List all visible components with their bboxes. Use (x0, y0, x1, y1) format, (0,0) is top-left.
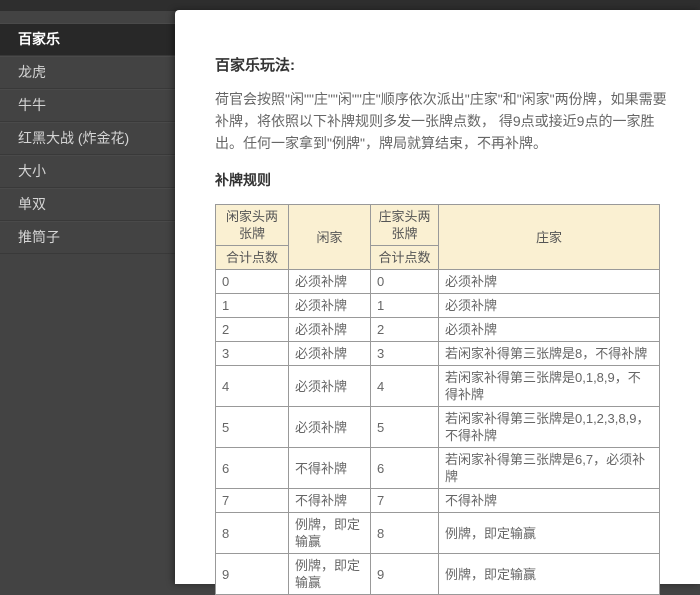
table-row: 2 必须补牌 2 必须补牌 (216, 318, 660, 342)
header-player-total: 合计点数 (216, 246, 289, 270)
table-row: 8 例牌，即定输赢 8 例牌，即定输赢 (216, 513, 660, 554)
cell-banker-action: 必须补牌 (439, 318, 660, 342)
table-row: 3 必须补牌 3 若闲家补得第三张牌是8，不得补牌 (216, 342, 660, 366)
cell-player-total: 3 (216, 342, 289, 366)
cell-player-total: 1 (216, 294, 289, 318)
cell-player-action: 不得补牌 (289, 489, 371, 513)
cell-banker-total: 8 (371, 513, 439, 554)
cell-player-action: 必须补牌 (289, 270, 371, 294)
cell-banker-action: 例牌，即定输赢 (439, 554, 660, 595)
cell-banker-action: 必须补牌 (439, 270, 660, 294)
header-banker-total: 合计点数 (371, 246, 439, 270)
header-player: 闲家 (289, 205, 371, 270)
cell-player-total: 9 (216, 554, 289, 595)
cell-banker-action: 不得补牌 (439, 489, 660, 513)
page-title: 百家乐玩法: (215, 54, 672, 75)
cell-banker-total: 0 (371, 270, 439, 294)
section-title: 补牌规则 (215, 170, 672, 190)
header-banker-first-two-cards: 庄家头两张牌 (371, 205, 439, 246)
cell-banker-action: 若闲家补得第三张牌是0,1,8,9，不得补牌 (439, 366, 660, 407)
sidebar-item-tuitongzi[interactable]: 推筒子 (0, 221, 175, 254)
table-row: 5 必须补牌 5 若闲家补得第三张牌是0,1,2,3,8,9，不得补牌 (216, 407, 660, 448)
cell-player-total: 2 (216, 318, 289, 342)
cell-player-action: 必须补牌 (289, 342, 371, 366)
cell-player-total: 7 (216, 489, 289, 513)
table-row: 7 不得补牌 7 不得补牌 (216, 489, 660, 513)
cell-banker-total: 5 (371, 407, 439, 448)
cell-player-action: 不得补牌 (289, 448, 371, 489)
header-player-first-two-cards: 闲家头两张牌 (216, 205, 289, 246)
cell-player-total: 5 (216, 407, 289, 448)
cell-banker-action: 若闲家补得第三张牌是0,1,2,3,8,9，不得补牌 (439, 407, 660, 448)
cell-player-total: 6 (216, 448, 289, 489)
sidebar-item-hongheidazhan[interactable]: 红黑大战 (炸金花) (0, 122, 175, 155)
cell-banker-action: 例牌，即定输赢 (439, 513, 660, 554)
cell-player-action: 例牌，即定输赢 (289, 554, 371, 595)
cell-banker-action: 若闲家补得第三张牌是8，不得补牌 (439, 342, 660, 366)
cell-banker-total: 6 (371, 448, 439, 489)
sidebar-item-baijiale[interactable]: 百家乐 (0, 23, 175, 56)
cell-player-action: 必须补牌 (289, 407, 371, 448)
cell-player-total: 8 (216, 513, 289, 554)
header-banker: 庄家 (439, 205, 660, 270)
cell-player-total: 4 (216, 366, 289, 407)
table-row: 9 例牌，即定输赢 9 例牌，即定输赢 (216, 554, 660, 595)
sidebar-item-danshuang[interactable]: 单双 (0, 188, 175, 221)
drawing-rules-table: 闲家头两张牌 闲家 庄家头两张牌 庄家 合计点数 合计点数 0 必须补牌 0 必… (215, 204, 660, 595)
table-row: 1 必须补牌 1 必须补牌 (216, 294, 660, 318)
cell-player-action: 必须补牌 (289, 294, 371, 318)
table-row: 0 必须补牌 0 必须补牌 (216, 270, 660, 294)
cell-player-action: 必须补牌 (289, 366, 371, 407)
table-row: 4 必须补牌 4 若闲家补得第三张牌是0,1,8,9，不得补牌 (216, 366, 660, 407)
cell-banker-total: 2 (371, 318, 439, 342)
sidebar-item-niuniu[interactable]: 牛牛 (0, 89, 175, 122)
cell-banker-action: 若闲家补得第三张牌是6,7，必须补牌 (439, 448, 660, 489)
sidebar-item-longhu[interactable]: 龙虎 (0, 56, 175, 89)
cell-banker-total: 7 (371, 489, 439, 513)
table-row: 6 不得补牌 6 若闲家补得第三张牌是6,7，必须补牌 (216, 448, 660, 489)
intro-paragraph: 荷官会按照"闲""庄""闲""庄"顺序依次派出"庄家"和"闲家"两份牌，如果需要… (215, 88, 667, 154)
sidebar: 百家乐 龙虎 牛牛 红黑大战 (炸金花) 大小 单双 推筒子 (0, 11, 175, 254)
cell-banker-total: 4 (371, 366, 439, 407)
cell-banker-total: 9 (371, 554, 439, 595)
cell-banker-action: 必须补牌 (439, 294, 660, 318)
content-panel: 百家乐玩法: 荷官会按照"闲""庄""闲""庄"顺序依次派出"庄家"和"闲家"两… (175, 10, 700, 584)
cell-player-action: 例牌，即定输赢 (289, 513, 371, 554)
cell-banker-total: 1 (371, 294, 439, 318)
sidebar-item-daxiao[interactable]: 大小 (0, 155, 175, 188)
table-header-row: 闲家头两张牌 闲家 庄家头两张牌 庄家 (216, 205, 660, 246)
cell-player-total: 0 (216, 270, 289, 294)
cell-player-action: 必须补牌 (289, 318, 371, 342)
cell-banker-total: 3 (371, 342, 439, 366)
